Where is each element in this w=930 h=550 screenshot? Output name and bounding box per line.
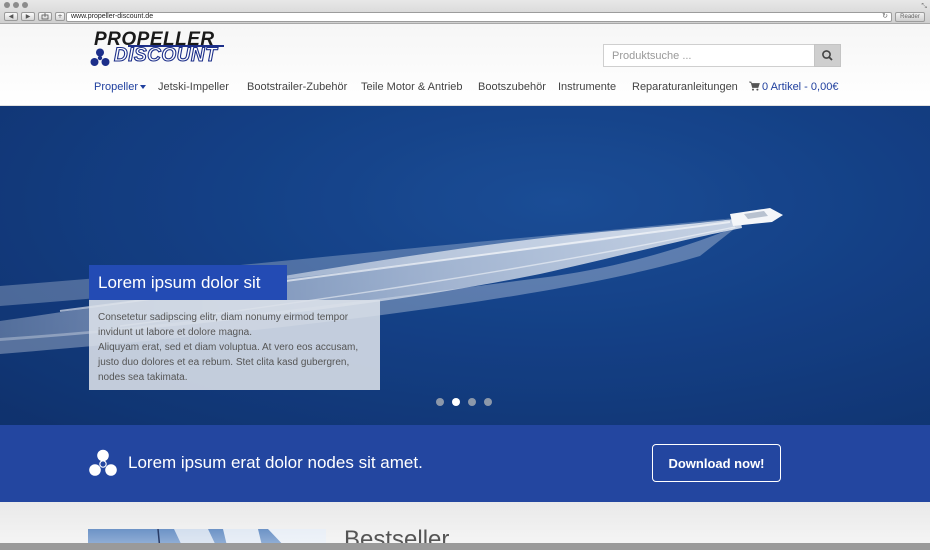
share-button[interactable] (38, 12, 52, 21)
site-header: PROPELLER DISCOUNT Propeller Jetski-Impe… (0, 24, 930, 106)
reload-icon[interactable]: ↻ (882, 13, 888, 21)
hero-title: Lorem ipsum dolor sit (89, 265, 287, 300)
main-navigation: Propeller Jetski-Impeller Bootstrailer-Z… (0, 81, 930, 97)
forward-button[interactable]: ▶ (21, 12, 35, 21)
nav-item-instrumente[interactable]: Instrumente (558, 81, 616, 93)
nav-item-jetski-impeller[interactable]: Jetski-Impeller (158, 81, 229, 93)
reader-button[interactable]: Reader (895, 12, 925, 22)
url-text: www.propeller-discount.de (71, 13, 154, 20)
hero-text-line: Aliquyam erat, sed et diam voluptua. At … (98, 342, 359, 353)
nav-item-teile-motor-antrieb[interactable]: Teile Motor & Antrieb (361, 81, 463, 93)
back-button[interactable]: ◀ (4, 12, 18, 21)
search-button[interactable] (814, 44, 841, 67)
hero-text-line: nodes sea takimata. (98, 372, 188, 383)
close-window-icon[interactable] (4, 2, 10, 8)
slider-dot-4[interactable] (484, 398, 492, 406)
hero-description: Consetetur sadipscing elitr, diam nonumy… (89, 300, 380, 390)
slider-dot-2[interactable] (452, 398, 460, 406)
search-icon (822, 50, 833, 61)
propeller-icon (89, 449, 117, 476)
slider-pagination (436, 398, 492, 406)
cart-icon (749, 81, 760, 91)
add-bookmark-button[interactable]: + (55, 12, 65, 21)
caret-down-icon (140, 85, 147, 90)
window-controls (4, 2, 28, 8)
fullscreen-icon[interactable]: ⤡ (921, 2, 927, 11)
search-input[interactable] (603, 44, 815, 67)
download-button[interactable]: Download now! (652, 444, 781, 482)
logo-text-discount: DISCOUNT (113, 44, 218, 66)
nav-item-bootstrailer-zubehoer[interactable]: Bootstrailer-Zubehör (247, 81, 347, 93)
address-bar[interactable]: www.propeller-discount.de ↻ (66, 12, 892, 22)
share-icon (41, 13, 49, 20)
nav-item-reparaturanleitungen[interactable]: Reparaturanleitungen (632, 81, 738, 93)
cta-banner: Lorem ipsum erat dolor nodes sit amet. D… (0, 425, 930, 502)
cart-link[interactable]: 0 Artikel - 0,00€ (749, 81, 838, 93)
nav-item-label: Propeller (94, 81, 139, 93)
window-bottom-edge (0, 543, 930, 550)
hero-slider: Lorem ipsum dolor sit Consetetur sadipsc… (0, 106, 930, 425)
hero-text-line: Consetetur sadipscing elitr, diam nonumy… (98, 312, 349, 323)
nav-item-bootszubehoer[interactable]: Bootszubehör (478, 81, 546, 93)
slider-dot-1[interactable] (436, 398, 444, 406)
logo[interactable]: PROPELLER DISCOUNT (88, 29, 228, 68)
cart-summary: 0 Artikel - 0,00€ (762, 81, 839, 93)
hero-text-line: justo duo dolores et ea rebum. Stet clit… (98, 357, 350, 368)
hero-text-line: invidunt ut labore et dolore magna. (98, 327, 252, 338)
nav-item-propeller[interactable]: Propeller (94, 81, 147, 93)
propeller-logo-icon (90, 48, 110, 66)
browser-toolbar: ◀ ▶ + www.propeller-discount.de ↻ Reader… (0, 0, 930, 24)
zoom-window-icon[interactable] (22, 2, 28, 8)
cta-text: Lorem ipsum erat dolor nodes sit amet. (128, 453, 423, 472)
minimize-window-icon[interactable] (13, 2, 19, 8)
slider-dot-3[interactable] (468, 398, 476, 406)
